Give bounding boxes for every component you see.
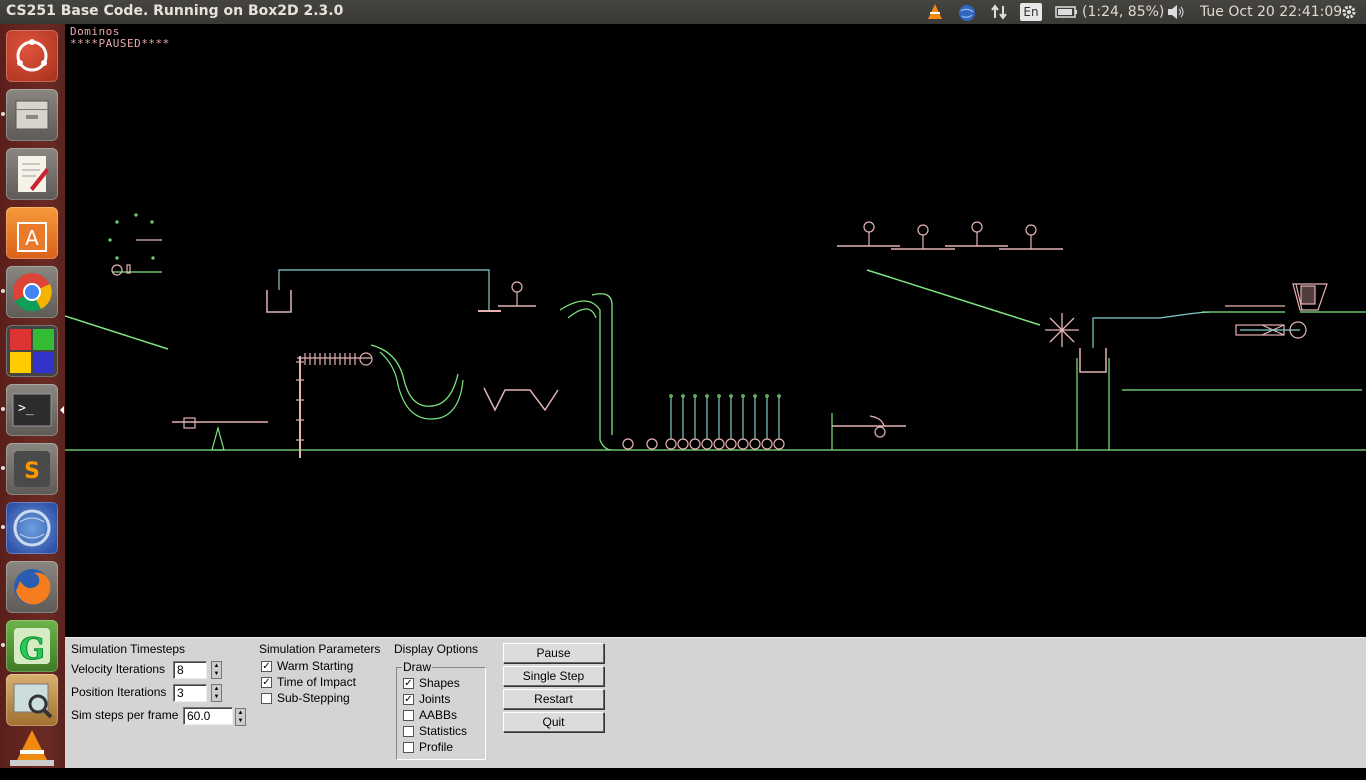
svg-text:>_: >_ — [18, 401, 34, 416]
v-shaped-pieces — [483, 387, 559, 412]
position-iterations-label: Position Iterations — [71, 685, 167, 699]
focused-app-arrow — [60, 406, 64, 414]
draw-label: Draw — [402, 660, 433, 674]
spring-ball — [359, 352, 373, 366]
time-of-impact-checkbox[interactable]: ✓ — [261, 677, 272, 688]
shapes-label: Shapes — [419, 676, 460, 690]
small-ball — [111, 264, 123, 276]
sim-steps-spinner[interactable]: ▲ ▼ — [235, 708, 246, 726]
right-pulley-rope — [1092, 311, 1211, 348]
glui-control-panel: Simulation Timesteps Velocity Iterations… — [65, 637, 1366, 768]
running-indicator — [1, 289, 5, 293]
svg-text:G: G — [19, 632, 45, 667]
pendulum-dots — [108, 213, 155, 260]
sim-steps-input[interactable]: 60.0 — [183, 707, 233, 725]
network-globe-icon[interactable] — [957, 3, 977, 21]
single-step-button[interactable]: Single Step — [503, 666, 604, 686]
pulley-rope — [278, 269, 490, 311]
ubuntu-dash-icon[interactable] — [6, 30, 58, 82]
parameters-heading: Simulation Parameters — [259, 642, 381, 656]
files-icon[interactable] — [6, 89, 58, 141]
restart-button[interactable]: Restart — [503, 689, 604, 709]
svg-text:S: S — [24, 459, 40, 484]
bucket-left — [266, 290, 292, 313]
profile-checkbox[interactable] — [403, 742, 414, 753]
warm-starting-checkbox[interactable]: ✓ — [261, 661, 272, 672]
geany-icon[interactable]: G — [6, 620, 58, 672]
warm-starting-label: Warm Starting — [277, 659, 354, 673]
spring-coils — [304, 353, 356, 365]
bucket-right — [1079, 348, 1107, 373]
launcher: A >_ S G — [0, 24, 65, 768]
sublime-text-icon[interactable]: S — [6, 443, 58, 495]
joints-checkbox[interactable]: ✓ — [403, 694, 414, 705]
sub-stepping-label: Sub-Stepping — [277, 691, 350, 705]
window-title: CS251 Base Code. Running on Box2D 2.3.0 — [6, 3, 344, 19]
position-iterations-input[interactable]: 3 — [173, 684, 207, 702]
flap-ball — [874, 426, 886, 438]
joints-label: Joints — [419, 692, 451, 706]
upper-shelves — [837, 221, 1063, 250]
image-viewer-icon[interactable] — [6, 674, 58, 726]
svg-text:A: A — [25, 226, 39, 250]
running-indicator — [1, 112, 5, 116]
timesteps-heading: Simulation Timesteps — [71, 642, 186, 656]
quit-button[interactable]: Quit — [503, 712, 604, 732]
running-indicator — [1, 643, 5, 647]
terminal-icon[interactable]: >_ — [6, 384, 58, 436]
pause-button[interactable]: Pause — [503, 643, 604, 663]
see-saw-box — [183, 417, 196, 429]
statistics-checkbox[interactable] — [403, 726, 414, 737]
network-updown-icon[interactable] — [990, 3, 1008, 21]
session-gear-icon[interactable] — [1340, 3, 1358, 21]
time-of-impact-label: Time of Impact — [277, 675, 356, 689]
pendulum-anchors — [669, 394, 781, 398]
see-saw-fulcrum — [211, 425, 225, 451]
canvas-overlay-text: Dominos ****PAUSED**** — [70, 26, 170, 50]
vlc-launcher-icon[interactable] — [6, 728, 58, 780]
left-ramp — [65, 315, 169, 350]
battery-icon[interactable] — [1055, 3, 1079, 21]
software-center-icon[interactable]: A — [6, 207, 58, 259]
top-panel: CS251 Base Code. Running on Box2D 2.3.0 … — [0, 0, 1366, 24]
sim-steps-label: Sim steps per frame — [71, 708, 179, 722]
running-indicator — [1, 407, 5, 411]
battery-status-text: (1:24, 85%) — [1082, 4, 1165, 20]
keyboard-layout-indicator[interactable]: En — [1020, 3, 1042, 21]
ground-balls — [622, 438, 785, 450]
windmill — [1045, 313, 1079, 347]
vlc-tray-icon[interactable] — [926, 3, 944, 21]
aabbs-checkbox[interactable] — [403, 710, 414, 721]
chrome-icon[interactable] — [6, 266, 58, 318]
shapes-checkbox[interactable]: ✓ — [403, 678, 414, 689]
volume-icon[interactable] — [1166, 3, 1186, 21]
pendulum-strings — [670, 397, 780, 439]
long-diagonal-ramp — [866, 269, 1041, 326]
app-globe-icon[interactable] — [6, 502, 58, 554]
position-iterations-spinner[interactable]: ▲ ▼ — [211, 684, 222, 702]
velocity-iterations-input[interactable]: 8 — [173, 661, 207, 679]
statistics-label: Statistics — [419, 724, 468, 738]
velocity-iterations-label: Velocity Iterations — [71, 662, 166, 676]
paused-status: ****PAUSED**** — [70, 37, 170, 50]
velocity-iterations-spinner[interactable]: ▲ ▼ — [211, 661, 222, 679]
j-tube-outer — [559, 300, 613, 451]
running-indicator — [1, 466, 5, 470]
display-options-heading: Display Options — [394, 642, 479, 656]
running-indicator — [1, 525, 5, 529]
profile-label: Profile — [419, 740, 454, 754]
text-editor-icon[interactable] — [6, 148, 58, 200]
s-curve-track — [370, 344, 459, 407]
firefox-icon[interactable] — [6, 561, 58, 613]
workspace-switcher-icon[interactable] — [6, 325, 58, 377]
box2d-scene — [65, 213, 1366, 458]
sub-stepping-checkbox[interactable] — [261, 693, 272, 704]
ball-top — [511, 281, 523, 293]
aabbs-label: AABBs — [419, 708, 458, 722]
clock[interactable]: Tue Oct 20 22:41:09 — [1200, 3, 1342, 21]
simulation-canvas[interactable] — [65, 24, 1366, 637]
